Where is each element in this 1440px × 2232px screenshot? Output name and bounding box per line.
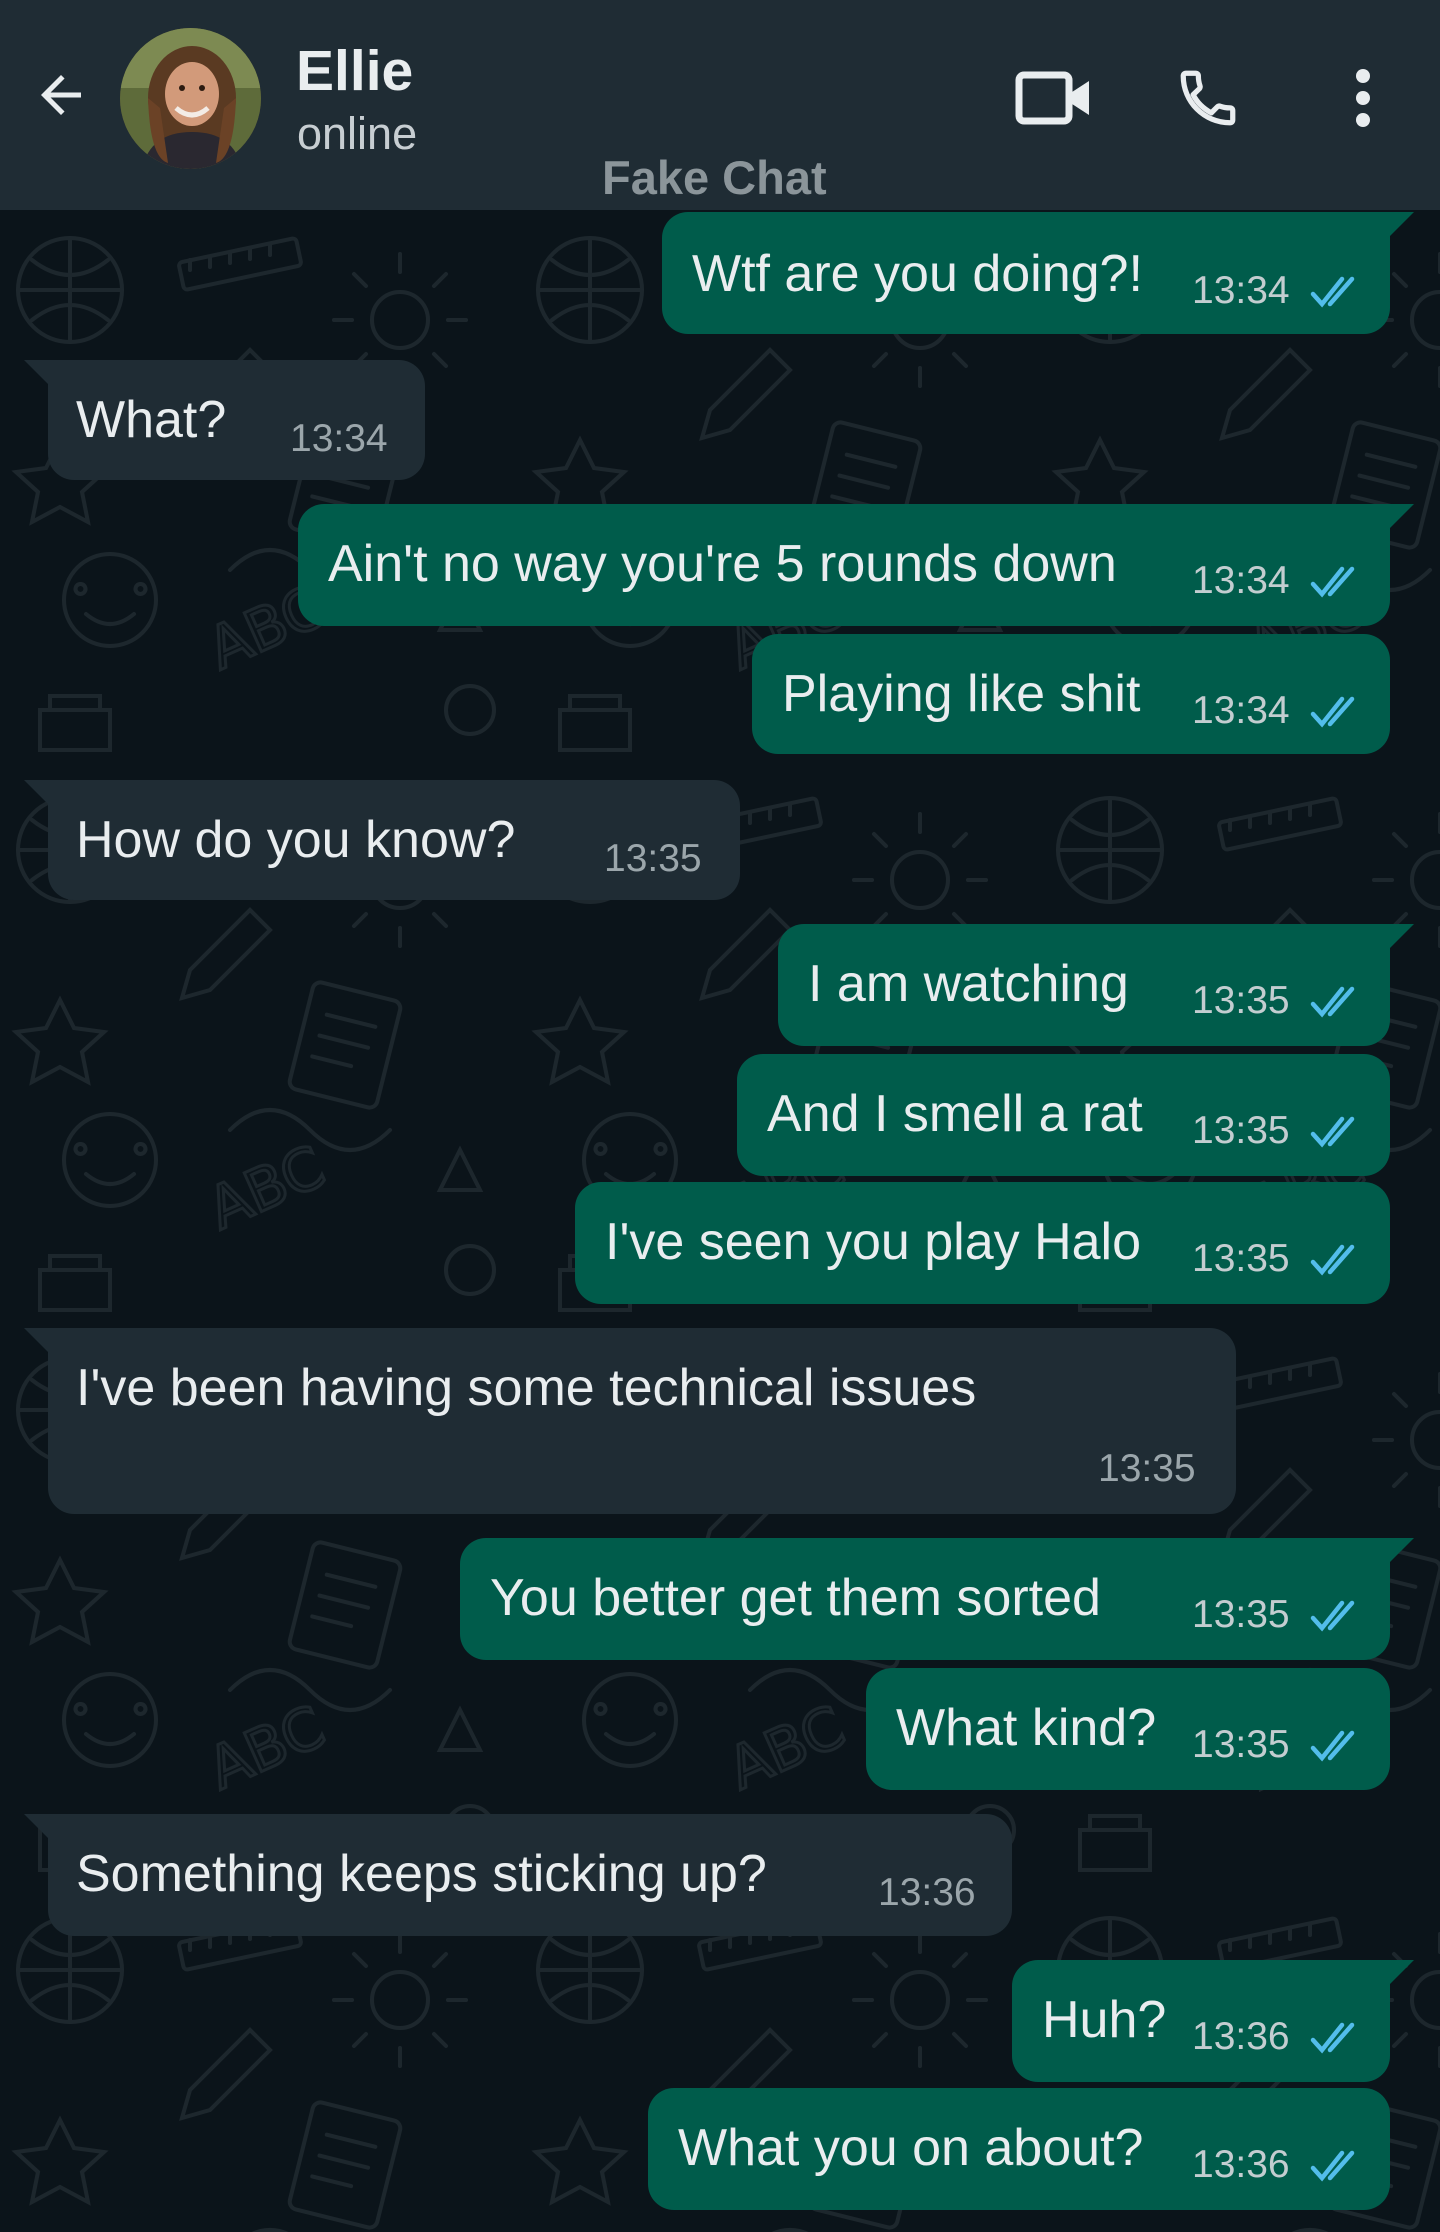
message-time: 13:36: [878, 1871, 976, 1914]
contact-name[interactable]: Ellie: [296, 36, 413, 106]
message-bubble-outgoing[interactable]: Playing like shit 13:34: [752, 634, 1390, 754]
message-time: 13:34: [1192, 559, 1290, 602]
read-receipt-icon: [1310, 1244, 1355, 1276]
message-time: 13:35: [1192, 1109, 1290, 1152]
message-text: What kind?: [896, 1699, 1157, 1757]
message-time: 13:35: [604, 837, 702, 880]
read-receipt-icon: [1310, 566, 1355, 598]
message-time: 13:35: [1192, 1593, 1290, 1636]
message-bubble-outgoing[interactable]: Huh? 13:36: [1012, 1960, 1414, 2082]
message-text: What you on about?: [678, 2119, 1144, 2177]
message-bubble-incoming[interactable]: I've been having some technical issues 1…: [24, 1328, 1236, 1514]
message-time: 13:36: [1192, 2143, 1290, 2186]
more-vertical-icon: [1356, 69, 1370, 127]
message-text: Ain't no way you're 5 rounds down: [328, 535, 1117, 593]
message-bubble-incoming[interactable]: Something keeps sticking up? 13:36: [24, 1814, 1012, 1936]
message-bubble-outgoing[interactable]: I've seen you play Halo 13:35: [575, 1182, 1390, 1304]
message-text: And I smell a rat: [767, 1085, 1143, 1143]
message-text: Playing like shit: [782, 665, 1141, 723]
message-text: What?: [76, 391, 227, 449]
message-time: 13:34: [1192, 689, 1290, 732]
message-bubble-incoming[interactable]: How do you know? 13:35: [24, 780, 740, 900]
message-time: 13:35: [1098, 1447, 1196, 1490]
message-text: Wtf are you doing?!: [692, 245, 1143, 303]
message-text: I've seen you play Halo: [605, 1213, 1142, 1271]
message-time: 13:34: [290, 417, 388, 460]
message-text: I am watching: [808, 955, 1129, 1013]
more-options-button[interactable]: [1318, 53, 1408, 143]
chat-header: Ellie online Fake Chat: [0, 0, 1440, 210]
back-arrow-icon: [41, 75, 81, 115]
message-time: 13:35: [1192, 1237, 1290, 1280]
message-bubble-outgoing[interactable]: What kind? 13:35: [866, 1668, 1390, 1790]
video-camera-icon: [1015, 71, 1089, 125]
message-bubble-outgoing[interactable]: You better get them sorted 13:35: [460, 1538, 1414, 1660]
watermark-label: Fake Chat: [602, 151, 827, 204]
read-receipt-icon: [1310, 1600, 1355, 1632]
read-receipt-icon: [1310, 986, 1355, 1018]
message-bubble-outgoing[interactable]: I am watching 13:35: [778, 924, 1414, 1046]
read-receipt-icon: [1310, 1116, 1355, 1148]
read-receipt-icon: [1310, 1730, 1355, 1762]
message-bubble-outgoing[interactable]: Wtf are you doing?! 13:34: [662, 212, 1414, 334]
back-button[interactable]: [26, 60, 96, 130]
message-time: 13:36: [1192, 2015, 1290, 2058]
message-bubble-outgoing[interactable]: Ain't no way you're 5 rounds down 13:34: [298, 504, 1414, 626]
phone-icon: [1180, 70, 1236, 126]
read-receipt-icon: [1310, 696, 1355, 728]
contact-status: online: [297, 108, 418, 159]
video-call-button[interactable]: [1009, 53, 1099, 143]
message-text: How do you know?: [76, 811, 516, 869]
message-text: You better get them sorted: [490, 1569, 1101, 1627]
message-bubble-outgoing[interactable]: And I smell a rat 13:35: [737, 1054, 1390, 1176]
message-time: 13:35: [1192, 979, 1290, 1022]
message-text: Something keeps sticking up?: [76, 1845, 767, 1903]
message-bubble-incoming[interactable]: What? 13:34: [24, 360, 425, 480]
message-text: I've been having some technical issues: [76, 1359, 977, 1417]
read-receipt-icon: [1310, 2150, 1355, 2182]
message-time: 13:35: [1192, 1723, 1290, 1766]
message-bubble-outgoing[interactable]: What you on about? 13:36: [648, 2088, 1390, 2210]
message-time: 13:34: [1192, 269, 1290, 312]
chat-area[interactable]: ABC Wtf are you doing?! 13:34 What? 13:3…: [0, 210, 1440, 2232]
voice-call-button[interactable]: [1163, 53, 1253, 143]
avatar-photo: [120, 28, 261, 169]
avatar[interactable]: [120, 28, 261, 169]
read-receipt-icon: [1310, 276, 1355, 308]
message-text: Huh?: [1042, 1991, 1167, 2049]
read-receipt-icon: [1310, 2022, 1355, 2054]
